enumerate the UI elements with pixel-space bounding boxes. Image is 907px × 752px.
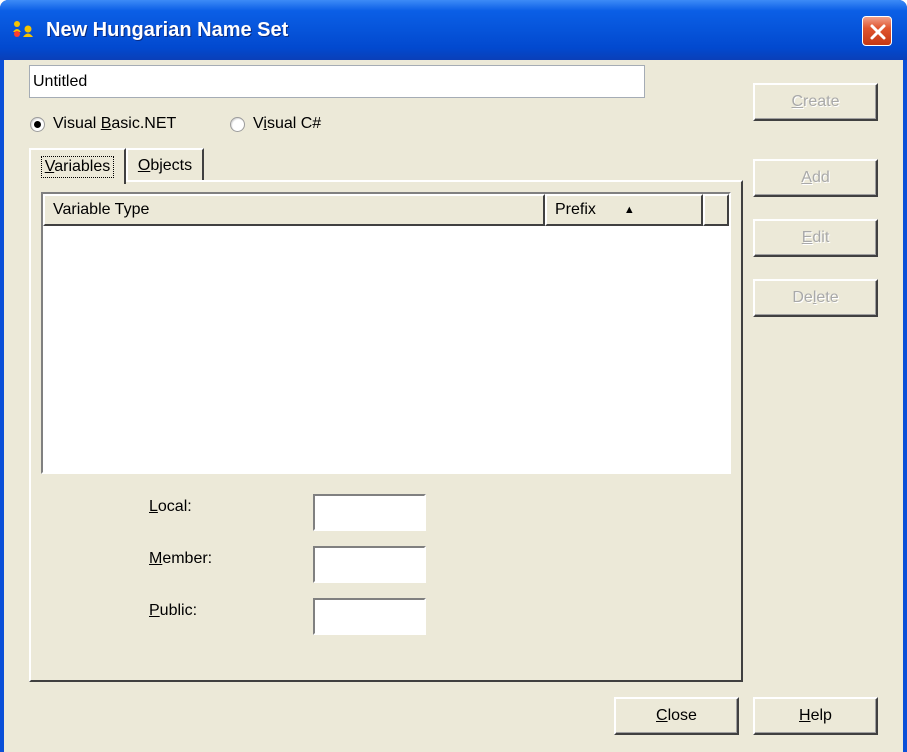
radio-visual-csharp[interactable]: Visual C#: [230, 112, 321, 136]
radio-indicator: [230, 116, 245, 132]
list-header: Variable Type Prefix ▲: [43, 194, 729, 226]
tab-objects[interactable]: Objects: [126, 148, 204, 182]
create-button[interactable]: Create: [753, 83, 878, 121]
local-label: Local:: [149, 498, 192, 515]
add-button[interactable]: Add: [753, 159, 878, 197]
close-window-button[interactable]: [862, 16, 892, 46]
tab-variables[interactable]: Variables: [29, 148, 126, 184]
member-prefix-input[interactable]: [313, 546, 426, 583]
radio-visual-basic[interactable]: Visual Basic.NET: [30, 112, 176, 136]
radio-label: Visual Basic.NET: [53, 115, 177, 132]
close-icon: [870, 24, 886, 40]
public-prefix-input[interactable]: [313, 598, 426, 635]
variable-list[interactable]: Variable Type Prefix ▲: [41, 192, 731, 474]
title-bar[interactable]: New Hungarian Name Set: [0, 0, 907, 60]
public-label: Public:: [149, 602, 198, 619]
radio-label: Visual C#: [253, 115, 322, 132]
dialog-client-area: Visual Basic.NET Visual C# Variables Obj…: [4, 60, 903, 752]
name-set-input[interactable]: [29, 65, 645, 98]
column-variable-type[interactable]: Variable Type: [43, 194, 545, 226]
edit-button[interactable]: Edit: [753, 219, 878, 257]
local-prefix-input[interactable]: [313, 494, 426, 531]
member-label: Member:: [149, 550, 213, 567]
hungarian-name-icon: [12, 20, 36, 40]
column-blank[interactable]: [703, 194, 729, 226]
dialog-window: New Hungarian Name Set Visual Basic.NET …: [0, 0, 907, 752]
tab-label: Objects: [137, 157, 193, 174]
sort-ascending-icon: ▲: [623, 204, 635, 216]
tab-panel: Variable Type Prefix ▲ Local: Member: Pu…: [29, 180, 743, 682]
delete-button[interactable]: De l ete: [753, 279, 878, 317]
radio-indicator: [30, 116, 45, 132]
tab-label: Variables: [40, 156, 115, 178]
window-title: New Hungarian Name Set: [46, 19, 289, 41]
column-prefix[interactable]: Prefix ▲: [545, 194, 703, 226]
close-button[interactable]: Close: [614, 697, 739, 735]
help-button[interactable]: Help: [753, 697, 878, 735]
